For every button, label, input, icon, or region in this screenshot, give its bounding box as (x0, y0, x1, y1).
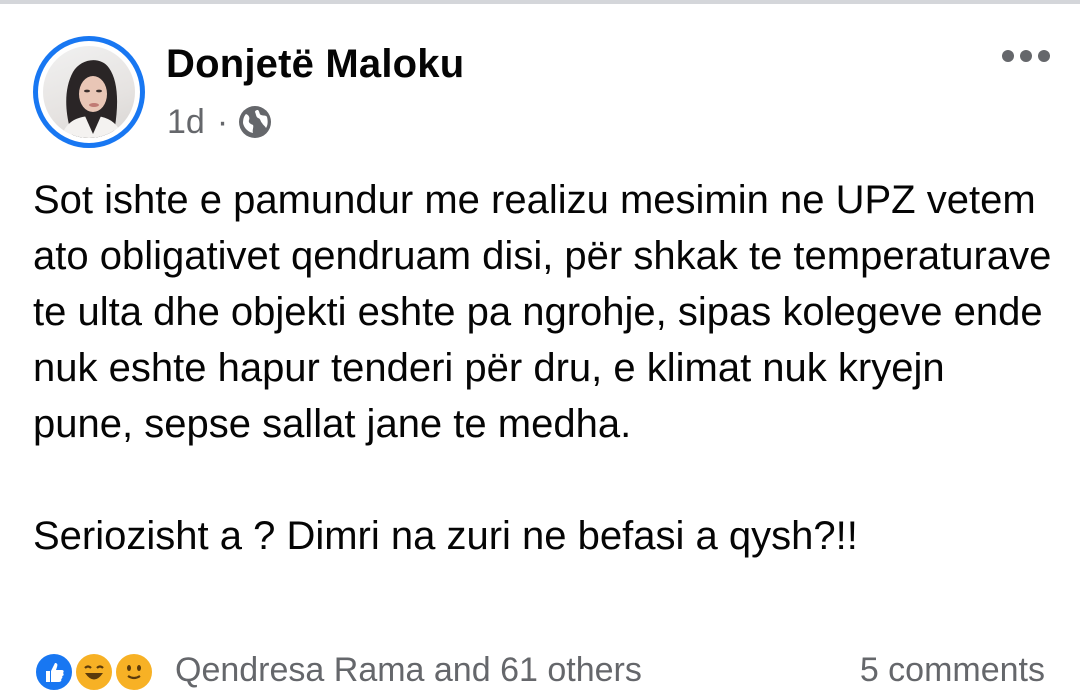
post-meta: 1d · (167, 98, 272, 146)
care-icon (113, 651, 155, 693)
like-icon (33, 651, 75, 693)
avatar-photo (43, 46, 135, 138)
reactions-summary[interactable]: Qendresa Rama and 61 others (175, 648, 642, 692)
more-options-button[interactable] (996, 40, 1056, 76)
post-paragraph: Sot ishte e pamundur me realizu mesimin … (33, 178, 1052, 446)
author-name[interactable]: Donjetë Maloku (166, 40, 464, 88)
post-text: Sot ishte e pamundur me realizu mesimin … (33, 172, 1053, 564)
post-timestamp[interactable]: 1d (167, 98, 205, 146)
reactions-bar: Qendresa Rama and 61 others 5 comments (33, 648, 1053, 696)
more-horizontal-icon (1001, 49, 1051, 68)
author-avatar[interactable] (33, 36, 145, 148)
feed-post: Donjetë Maloku 1d · Sot ishte e pamundur… (0, 0, 1080, 693)
haha-icon (73, 651, 115, 693)
post-paragraph: Seriozisht a ? Dimri na zuri ne befasi a… (33, 514, 858, 558)
comments-count[interactable]: 5 comments (860, 648, 1045, 692)
meta-separator: · (216, 103, 229, 141)
globe-icon[interactable] (238, 105, 272, 139)
